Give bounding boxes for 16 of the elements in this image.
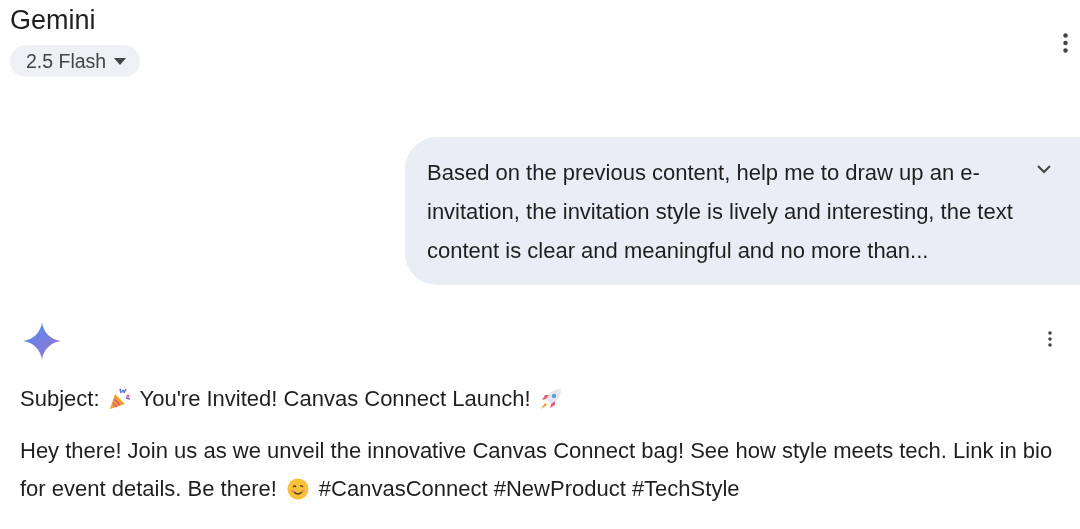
party-popper-icon — [107, 387, 132, 411]
dropdown-icon — [114, 57, 127, 65]
expand-icon[interactable] — [1037, 165, 1051, 174]
smiling-face-icon — [286, 478, 309, 500]
model-selector[interactable]: 2.5 Flash — [10, 45, 141, 77]
sparkle-icon — [23, 322, 61, 360]
more-icon[interactable] — [1048, 331, 1052, 347]
message-text: for event details. Be there! — [20, 475, 277, 503]
more-icon[interactable] — [1063, 32, 1068, 54]
app-title: Gemini — [10, 4, 97, 36]
prompt-text: Based on the previous content, help me to draw up an e-invitation, the invitation style is lively and interesting, the text content is clear and meaningful and no more than... — [427, 159, 1014, 265]
rocket-icon — [538, 387, 563, 411]
message-text: Hey there! Join us as we unveil the innovative Canvas Connect bag! See how style meets tech. Link in bio — [20, 438, 1053, 463]
subject-label: Subject: — [20, 386, 100, 412]
subject-text: You're Invited! Canvas Connect Launch! — [139, 386, 531, 412]
hashtags: #CanvasConnect #NewProduct #TechStyle — [318, 475, 740, 503]
